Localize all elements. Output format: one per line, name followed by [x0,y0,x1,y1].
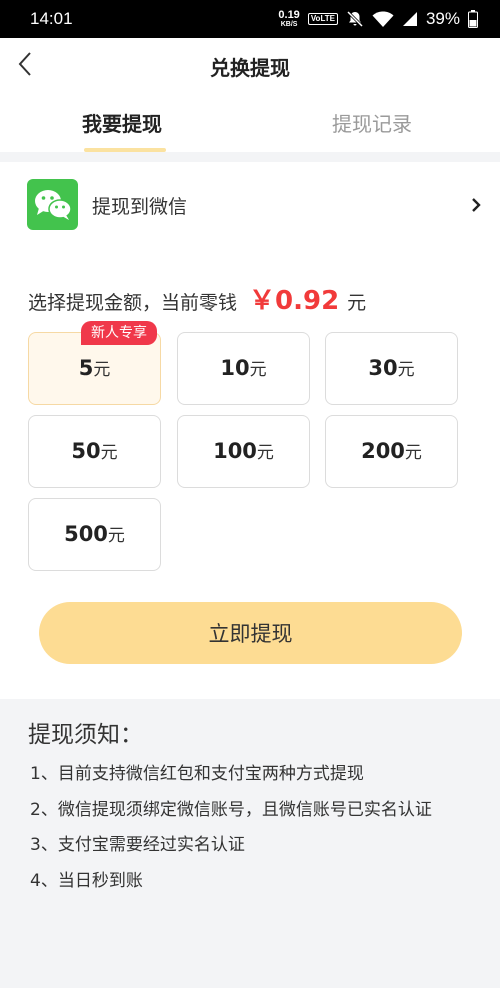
network-speed-unit: KB/S [280,21,298,28]
amount-unit: 元 [256,443,274,463]
chevron-right-icon [472,198,481,212]
amount-value: 10 [220,356,250,380]
page-title: 兑换提现 [210,56,290,80]
status-icons: 0.19 KB/S VoLTE 39% [278,9,478,29]
notice-item: 2、微信提现须绑定微信账号，且微信账号已实名认证 [30,800,432,820]
withdraw-now-button[interactable]: 立即提现 [39,602,462,664]
balance-line: 选择提现金额，当前零钱 ￥0.92 元 [28,280,366,317]
notice-item: 1、目前支持微信红包和支付宝两种方式提现 [30,764,364,784]
amount-value: 100 [213,439,257,463]
amount-value: 500 [64,522,108,546]
amount-unit: 元 [249,360,267,380]
notice-item: 4、当日秒到账 [30,871,143,891]
tab-withdraw-history[interactable]: 提现记录 [332,108,412,137]
signal-icon [402,12,417,26]
amount-option-200[interactable]: 200 元 [325,415,458,488]
amount-unit: 元 [107,526,125,546]
battery-icon [468,10,478,28]
amount-option-100[interactable]: 100 元 [177,415,310,488]
amount-option-10[interactable]: 10 元 [177,332,310,405]
app-header: 兑换提现 [0,38,500,92]
status-time: 14:01 [30,9,73,28]
wifi-icon [372,11,394,27]
tab-bar: 我要提现 提现记录 [0,92,500,152]
battery-percent: 39% [425,9,460,28]
amount-value: 200 [361,439,405,463]
amount-value: 5 [78,356,94,380]
amount-option-5[interactable]: 新人专享 5 元 [28,321,161,405]
withdraw-notice: 提现须知： 1、目前支持微信红包和支付宝两种方式提现 2、微信提现须绑定微信账号… [0,699,500,988]
payout-method-label: 提现到微信 [92,196,188,218]
amount-option-500[interactable]: 500 元 [28,498,161,571]
notice-title: 提现须知： [28,722,143,748]
amount-option-30[interactable]: 30 元 [325,332,458,405]
network-speed-value: 0.19 [278,9,300,21]
status-bar: 14:01 0.19 KB/S VoLTE 39% [0,0,500,38]
notice-item: 3、支付宝需要经过实名认证 [30,835,245,855]
amount-unit: 元 [397,360,415,380]
tab-withdraw[interactable]: 我要提现 [82,108,162,137]
balance-value: ￥0.92 [249,286,340,316]
amount-value: 50 [71,439,101,463]
mute-icon [346,10,364,28]
payout-method-row[interactable]: 提现到微信 [0,162,500,248]
amount-unit: 元 [404,443,422,463]
balance-unit: 元 [347,292,367,314]
balance-prefix: 选择提现金额，当前零钱 [28,292,238,314]
wechat-icon [27,179,78,230]
section-divider [0,152,500,162]
new-user-badge: 新人专享 [81,321,157,345]
amount-option-50[interactable]: 50 元 [28,415,161,488]
amount-unit: 元 [93,360,111,380]
amount-unit: 元 [100,443,118,463]
volte-badge: VoLTE [307,13,338,25]
network-speed: 0.19 KB/S [278,9,300,29]
amount-value: 30 [368,356,398,380]
